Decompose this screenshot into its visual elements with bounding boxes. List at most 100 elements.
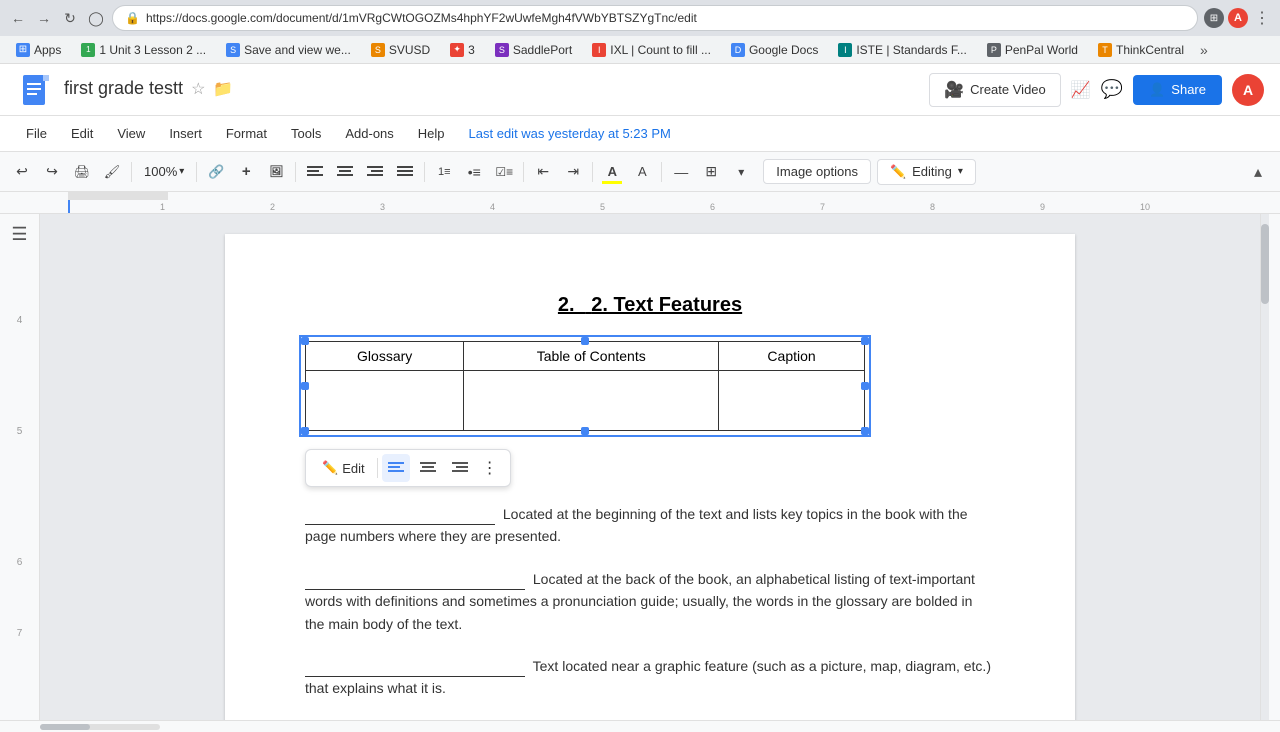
last-edit-text: Last edit was yesterday at 5:23 PM bbox=[469, 126, 671, 141]
paragraph-3-text: Text located near a graphic feature (suc… bbox=[305, 658, 991, 696]
bookmark-saddle-label: SaddlePort bbox=[513, 43, 572, 57]
toolbar-collapse-button[interactable]: ▴ bbox=[1244, 158, 1272, 186]
doc-scroll[interactable]: 2. 2. Text Features bbox=[40, 214, 1260, 720]
highlight-button[interactable]: A bbox=[598, 158, 626, 186]
scrollbar-track[interactable] bbox=[1261, 214, 1269, 720]
handle-bottom-right[interactable] bbox=[861, 427, 869, 435]
create-video-button[interactable]: 🎥 Create Video bbox=[929, 73, 1061, 107]
doc-title[interactable]: first grade testt bbox=[64, 78, 183, 99]
edit-button[interactable]: ✏️ Edit bbox=[314, 456, 373, 480]
handle-top-left[interactable] bbox=[301, 337, 309, 345]
table-cell-toc[interactable]: Table of Contents bbox=[464, 342, 719, 371]
pencil-icon: ✏️ bbox=[890, 164, 906, 180]
more-options-button[interactable]: ▾ bbox=[727, 158, 755, 186]
doc-heading[interactable]: 2. 2. Text Features bbox=[305, 294, 995, 317]
ordered-list-button[interactable]: 1≡ bbox=[430, 158, 458, 186]
blank-2 bbox=[305, 589, 525, 590]
bookmark-unit3[interactable]: 1 1 Unit 3 Lesson 2 ... bbox=[73, 41, 214, 59]
decrease-indent-button[interactable]: ⇤ bbox=[529, 158, 557, 186]
menu-tools[interactable]: Tools bbox=[281, 122, 331, 145]
options-button[interactable]: ⊞ bbox=[697, 158, 725, 186]
menu-edit[interactable]: Edit bbox=[61, 122, 103, 145]
image-button[interactable]: 🖼 bbox=[262, 158, 290, 186]
bookmark-saddle[interactable]: S SaddlePort bbox=[487, 41, 580, 59]
menu-addons[interactable]: Add-ons bbox=[335, 122, 403, 145]
content-table[interactable]: Glossary Table of Contents Caption bbox=[305, 341, 865, 431]
bullet-list-button[interactable]: •≡ bbox=[460, 158, 488, 186]
image-options-button[interactable]: Image options bbox=[763, 159, 871, 184]
comment-icon[interactable]: 💬 bbox=[1101, 79, 1123, 100]
analytics-icon[interactable]: 📈 bbox=[1071, 80, 1091, 100]
checklist-button[interactable]: ☑≡ bbox=[490, 158, 518, 186]
more-options-float-button[interactable]: ⋮ bbox=[478, 456, 502, 480]
h-scroll-track[interactable] bbox=[40, 724, 160, 730]
bookmark-apps-label: Apps bbox=[34, 43, 61, 57]
paragraph-2-text: Located at the back of the book, an alph… bbox=[305, 571, 975, 632]
handle-top-middle[interactable] bbox=[581, 337, 589, 345]
bookmark-saveview[interactable]: S Save and view we... bbox=[218, 41, 359, 59]
folder-icon[interactable]: 📁 bbox=[213, 79, 233, 99]
table-cell-empty-3[interactable] bbox=[719, 371, 865, 431]
print-button[interactable]: 🖨 bbox=[68, 158, 96, 186]
float-align-right-button[interactable] bbox=[446, 454, 474, 482]
menu-file[interactable]: File bbox=[16, 122, 57, 145]
refresh-button[interactable]: ↻ bbox=[60, 8, 80, 28]
text-color-button[interactable]: A bbox=[628, 158, 656, 186]
account-icon[interactable]: A bbox=[1228, 8, 1248, 28]
zoom-selector[interactable]: 100% ▾ bbox=[137, 161, 191, 182]
align-right-button[interactable] bbox=[361, 158, 389, 186]
forward-button[interactable]: → bbox=[34, 8, 54, 28]
table-cell-empty-2[interactable] bbox=[464, 371, 719, 431]
comment-button[interactable]: + bbox=[232, 158, 260, 186]
bookmark-iste[interactable]: I ISTE | Standards F... bbox=[830, 41, 975, 59]
undo-button[interactable]: ↩ bbox=[8, 158, 36, 186]
handle-bottom-left[interactable] bbox=[301, 427, 309, 435]
menu-help[interactable]: Help bbox=[408, 122, 455, 145]
menu-dots-icon[interactable]: ⋮ bbox=[1252, 8, 1272, 28]
share-button[interactable]: 👤 Share bbox=[1133, 75, 1222, 105]
bookmark-penpal[interactable]: P PenPal World bbox=[979, 41, 1086, 59]
more-bookmarks-icon[interactable]: » bbox=[1200, 42, 1208, 58]
bookmark-ixlcount[interactable]: I IXL | Count to fill ... bbox=[584, 41, 719, 59]
saveview-icon: S bbox=[226, 43, 240, 57]
handle-bottom-middle[interactable] bbox=[581, 427, 589, 435]
redo-button[interactable]: ↪ bbox=[38, 158, 66, 186]
h-scroll-thumb[interactable] bbox=[40, 724, 90, 730]
float-align-center-button[interactable] bbox=[414, 454, 442, 482]
link-button[interactable]: 🔗 bbox=[202, 158, 230, 186]
star-icon[interactable]: ☆ bbox=[191, 79, 205, 99]
table-cell-glossary[interactable]: Glossary bbox=[306, 342, 464, 371]
outline-icon[interactable]: ☰ bbox=[11, 224, 27, 245]
bookmark-ixl3[interactable]: ✦ 3 bbox=[442, 41, 483, 59]
menu-format[interactable]: Format bbox=[216, 122, 277, 145]
table-cell-empty-1[interactable] bbox=[306, 371, 464, 431]
bookmark-svusd[interactable]: S SVUSD bbox=[363, 41, 438, 59]
blank-1 bbox=[305, 524, 495, 525]
saddle-icon: S bbox=[495, 43, 509, 57]
handle-middle-right[interactable] bbox=[861, 382, 869, 390]
handle-top-right[interactable] bbox=[861, 337, 869, 345]
paint-format-button[interactable]: 🖌 bbox=[98, 158, 126, 186]
bookmark-thinkcent[interactable]: T ThinkCentral bbox=[1090, 41, 1192, 59]
menu-insert[interactable]: Insert bbox=[159, 122, 212, 145]
hr-button[interactable]: — bbox=[667, 158, 695, 186]
url-bar[interactable]: 🔒 https://docs.google.com/document/d/1mV… bbox=[112, 5, 1198, 31]
editing-button[interactable]: ✏️ Editing ▾ bbox=[877, 159, 976, 185]
float-align-left-button[interactable] bbox=[382, 454, 410, 482]
menu-bar: File Edit View Insert Format Tools Add-o… bbox=[0, 116, 1280, 152]
align-left-button[interactable] bbox=[301, 158, 329, 186]
home-button[interactable]: ◯ bbox=[86, 8, 106, 28]
menu-view[interactable]: View bbox=[107, 122, 155, 145]
align-center-button[interactable] bbox=[331, 158, 359, 186]
increase-indent-button[interactable]: ⇥ bbox=[559, 158, 587, 186]
bookmark-apps[interactable]: ⊞ Apps bbox=[8, 41, 69, 59]
table-cell-caption[interactable]: Caption bbox=[719, 342, 865, 371]
handle-middle-left[interactable] bbox=[301, 382, 309, 390]
scrollbar-thumb[interactable] bbox=[1261, 224, 1269, 304]
avatar[interactable]: A bbox=[1232, 74, 1264, 106]
back-button[interactable]: ← bbox=[8, 8, 28, 28]
app-header: first grade testt ☆ 📁 🎥 Create Video 📈 💬… bbox=[0, 64, 1280, 116]
extensions-icon[interactable]: ⊞ bbox=[1204, 8, 1224, 28]
bookmark-googledocs[interactable]: D Google Docs bbox=[723, 41, 826, 59]
justify-button[interactable] bbox=[391, 158, 419, 186]
